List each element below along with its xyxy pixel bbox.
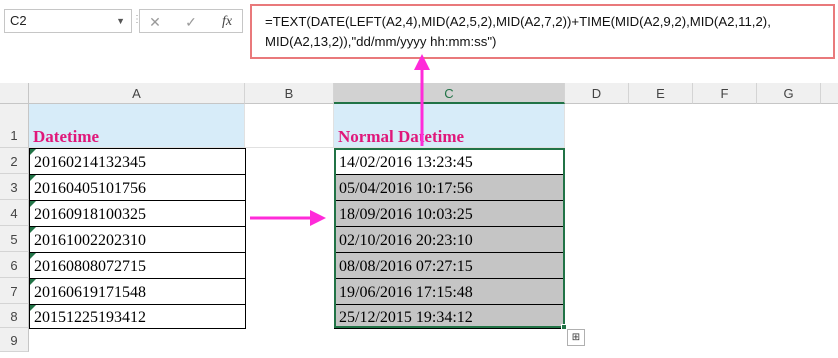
arrow-up-icon bbox=[414, 54, 430, 146]
annotation-arrows bbox=[250, 54, 430, 226]
arrow-right-icon bbox=[250, 210, 326, 226]
